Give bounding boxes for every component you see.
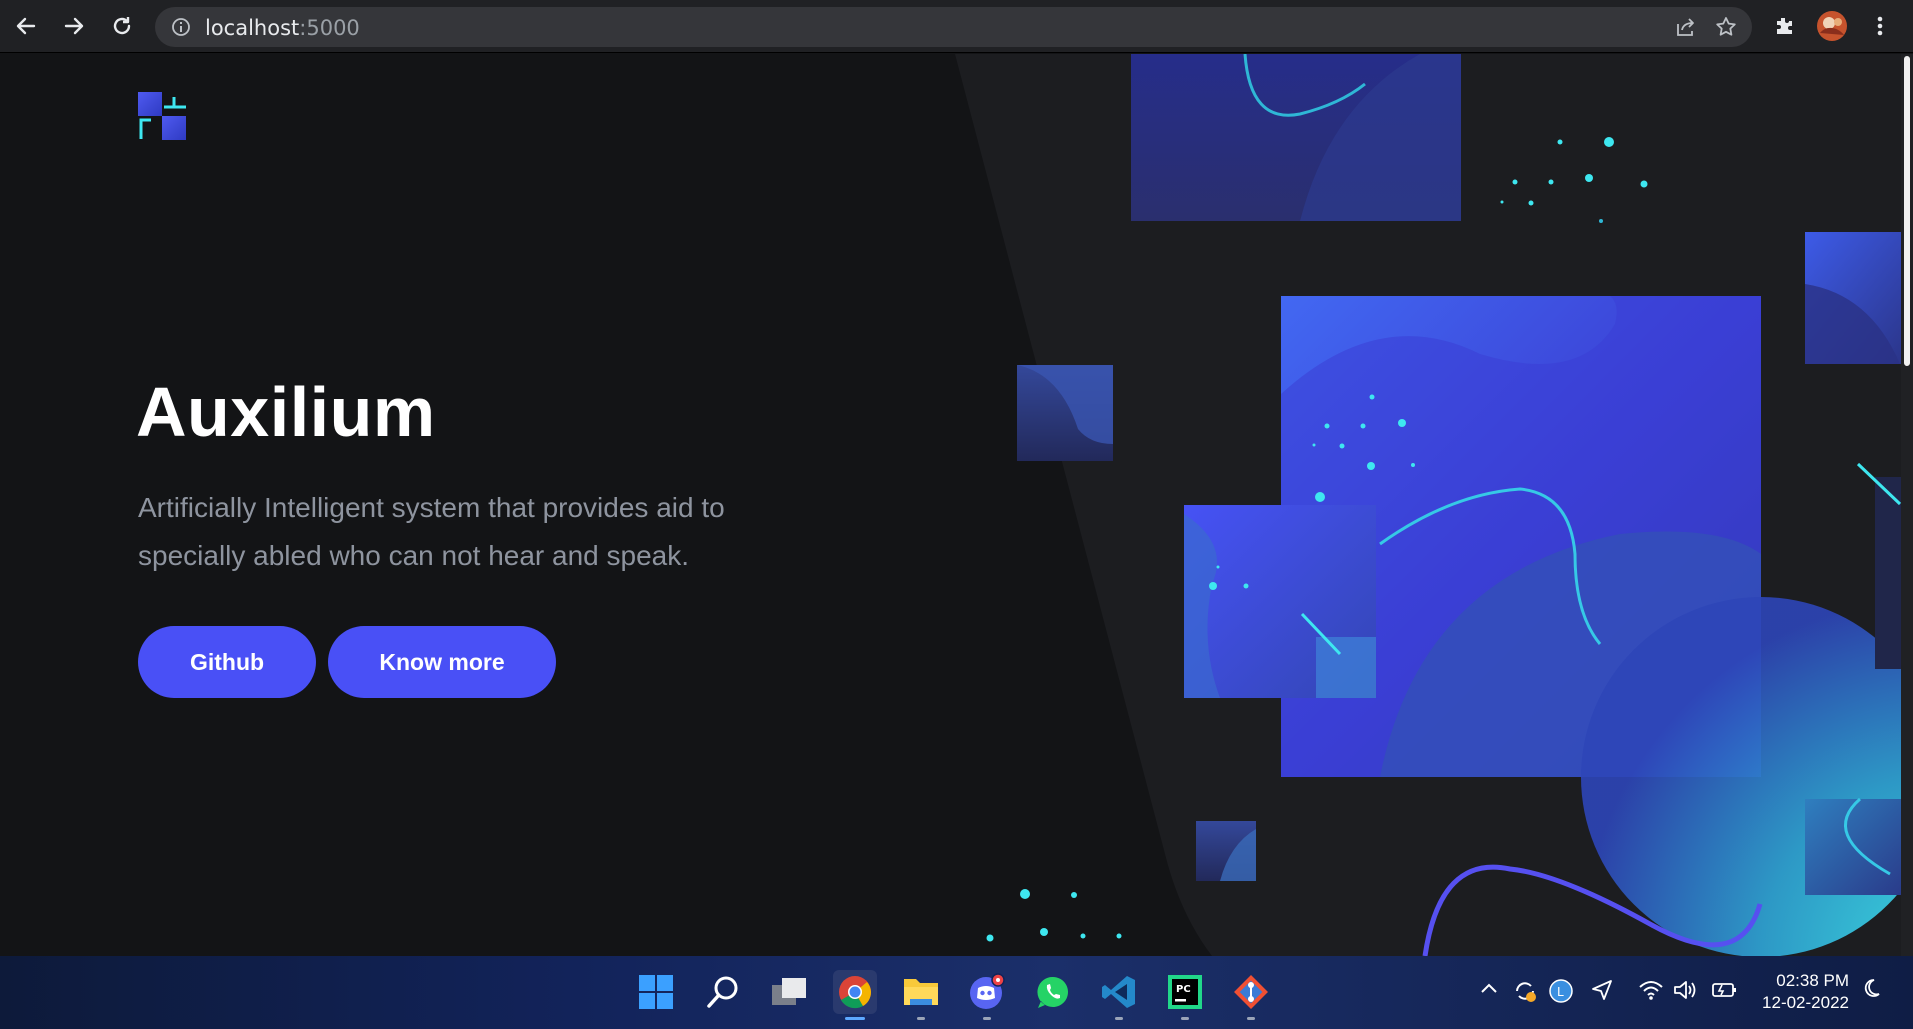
menu-kebab-icon[interactable] — [1862, 8, 1898, 44]
lightshot-icon[interactable]: L — [1548, 978, 1574, 1009]
vscode-icon[interactable] — [1097, 970, 1141, 1020]
pycharm-icon[interactable]: PC — [1163, 970, 1207, 1020]
back-arrow-icon[interactable] — [8, 8, 44, 44]
svg-text:L: L — [1557, 985, 1564, 999]
reload-icon[interactable] — [104, 8, 140, 44]
svg-text:PC: PC — [1176, 984, 1191, 995]
active-indicator — [845, 1017, 865, 1020]
clock-date: 12-02-2022 — [1762, 993, 1849, 1012]
whatsapp-icon[interactable] — [1031, 970, 1075, 1014]
profile-avatar[interactable] — [1814, 8, 1850, 44]
github-button[interactable]: Github — [138, 626, 316, 698]
page-viewport: Auxilium Artificially Intelligent system… — [0, 54, 1913, 956]
running-indicator — [983, 1017, 991, 1020]
forward-arrow-icon[interactable] — [56, 8, 92, 44]
bookmark-star-icon[interactable] — [1714, 15, 1738, 44]
start-icon[interactable] — [634, 970, 678, 1014]
system-clock[interactable]: 02:38 PM 12-02-2022 — [1762, 970, 1849, 1014]
app-logo[interactable] — [138, 92, 188, 147]
sync-icon[interactable] — [1512, 978, 1538, 1009]
running-indicator — [1181, 1017, 1189, 1020]
hero-title: Auxilium — [136, 373, 436, 451]
chrome-icon[interactable] — [833, 970, 877, 1020]
url-text: localhost:5000 — [205, 16, 360, 40]
windows-taskbar: PC L 02:38 PM 12-02-2022 — [0, 956, 1913, 1029]
chevron-up-icon[interactable] — [1478, 978, 1500, 1005]
moon-icon[interactable] — [1862, 976, 1886, 1005]
file-explorer-icon[interactable] — [899, 970, 943, 1020]
scrollbar-thumb[interactable] — [1904, 56, 1910, 366]
battery-icon[interactable] — [1710, 978, 1738, 1007]
browser-toolbar: localhost:5000 — [0, 0, 1913, 53]
clock-time: 02:38 PM — [1776, 971, 1849, 990]
running-indicator — [1247, 1017, 1255, 1020]
site-info-icon[interactable] — [171, 17, 191, 42]
share-icon[interactable] — [1674, 16, 1696, 43]
url-port: :5000 — [299, 16, 360, 40]
page-scrollbar[interactable] — [1901, 54, 1913, 956]
wifi-icon[interactable] — [1638, 978, 1664, 1007]
running-indicator — [1115, 1017, 1123, 1020]
discord-icon[interactable] — [965, 970, 1009, 1020]
extensions-icon[interactable] — [1766, 8, 1802, 44]
git-icon[interactable] — [1229, 970, 1273, 1020]
task-view-icon[interactable] — [767, 970, 811, 1014]
url-host: localhost — [205, 16, 300, 40]
running-indicator — [917, 1017, 925, 1020]
volume-icon[interactable] — [1672, 978, 1698, 1007]
hero-subtitle: Artificially Intelligent system that pro… — [138, 492, 725, 571]
know-more-button[interactable]: Know more — [328, 626, 556, 698]
send-icon[interactable] — [1590, 978, 1614, 1007]
search-icon[interactable] — [701, 970, 745, 1014]
address-bar[interactable]: localhost:5000 — [155, 7, 1752, 47]
